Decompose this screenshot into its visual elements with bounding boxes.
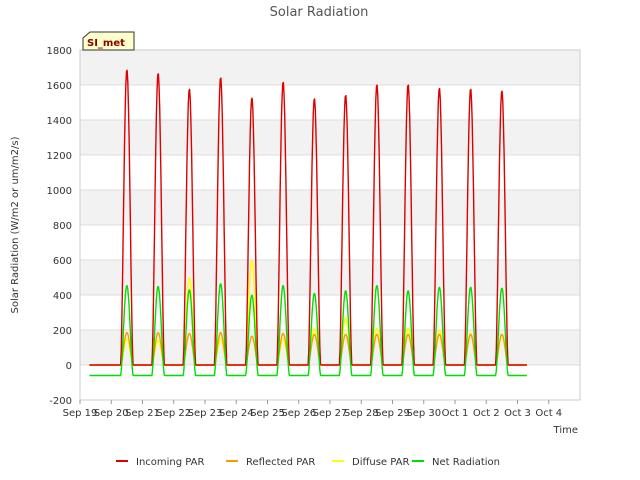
y-tick-label: 400: [53, 291, 72, 302]
plot-band: [80, 85, 580, 120]
x-tick-label: Sep 25: [250, 408, 285, 419]
y-tick-label: 800: [53, 221, 72, 232]
legend-label: Incoming PAR: [136, 457, 205, 468]
x-axis-label: Time: [553, 425, 578, 436]
x-tick-label: Oct 3: [504, 408, 531, 419]
x-tick-label: Sep 26: [281, 408, 316, 419]
legend-label: Reflected PAR: [246, 457, 315, 468]
x-tick-label: Sep 29: [375, 408, 410, 419]
y-tick-label: 0: [66, 361, 72, 372]
chart-title: Solar Radiation: [270, 5, 369, 20]
x-tick-label: Sep 27: [313, 408, 348, 419]
plot-band: [80, 365, 580, 400]
x-tick-label: Sep 30: [406, 408, 441, 419]
legend: Incoming PAR Reflected PAR Diffuse PAR Net …: [116, 457, 500, 468]
plot-band: [80, 260, 580, 295]
station-badge-label: SI_met: [87, 38, 125, 49]
y-tick-label: 1800: [47, 46, 72, 57]
legend-label: Net Radiation: [432, 457, 500, 468]
x-tick-label: Sep 22: [156, 408, 191, 419]
x-tick-label: Sep 28: [344, 408, 379, 419]
solar-radiation-chart: Solar Radiation -200 0 200 400 600 800 1000 120…: [10, 5, 581, 468]
y-tick-label: 1200: [47, 151, 72, 162]
x-tick-label: Oct 1: [442, 408, 469, 419]
x-tick-label: Sep 19: [63, 408, 98, 419]
plot-band: [80, 120, 580, 155]
y-tick-label: 1600: [47, 81, 72, 92]
plot-band: [80, 50, 580, 85]
y-tick-label: 1400: [47, 116, 72, 127]
y-tick-label: 1000: [47, 186, 72, 197]
y-tick-label: 600: [53, 256, 72, 267]
x-tick-label: Sep 20: [94, 408, 129, 419]
x-tick-label: Sep 24: [219, 408, 254, 419]
y-tick-label: 200: [53, 326, 72, 337]
y-axis-label: Solar Radiation (W/m2 or um/m2/s): [10, 136, 21, 313]
station-badge: SI_met: [82, 31, 135, 51]
x-axis-ticks: Sep 19Sep 20Sep 21Sep 22Sep 23Sep 24Sep …: [63, 400, 562, 419]
x-tick-label: Oct 4: [535, 408, 562, 419]
y-tick-label: -200: [49, 396, 72, 407]
x-tick-label: Oct 2: [473, 408, 500, 419]
x-tick-label: Sep 21: [125, 408, 160, 419]
legend-label: Diffuse PAR: [352, 457, 409, 468]
x-tick-label: Sep 23: [188, 408, 223, 419]
y-axis-ticks: -200 0 200 400 600 800 1000 1200 1400 1600 1800: [47, 46, 72, 407]
